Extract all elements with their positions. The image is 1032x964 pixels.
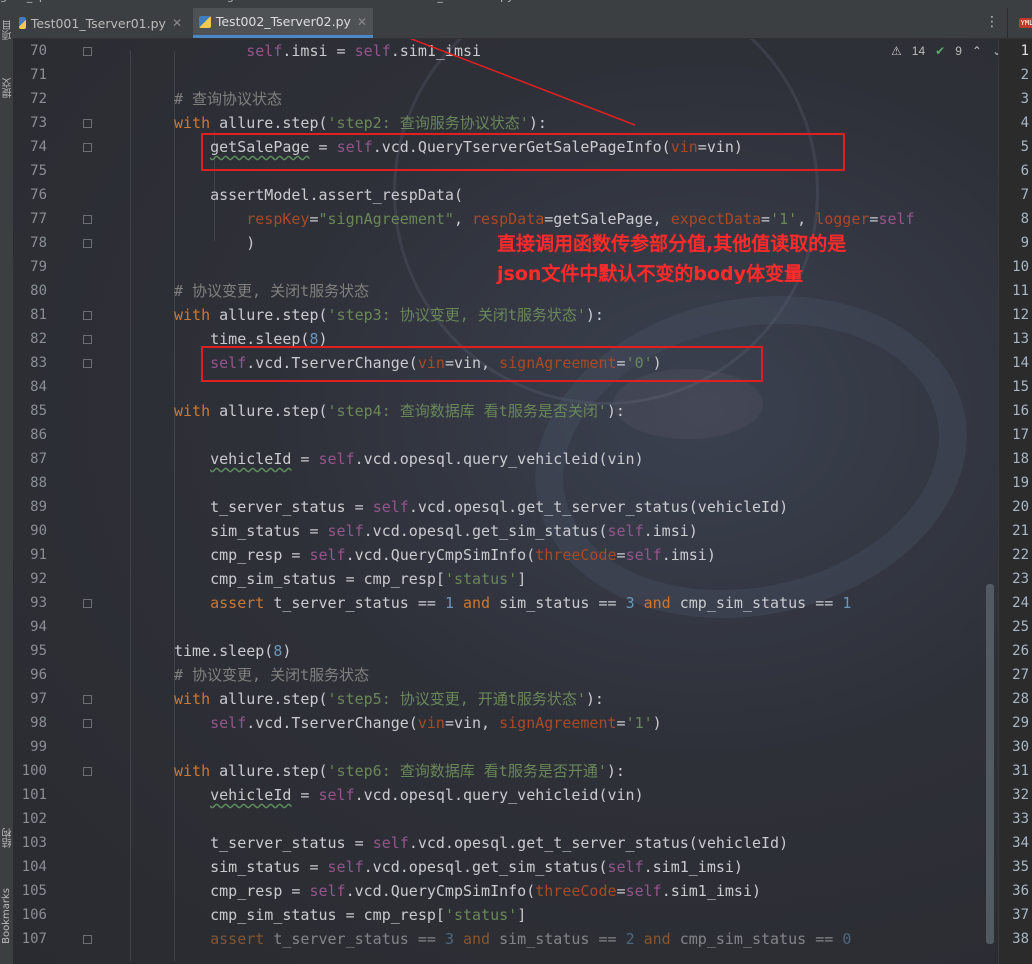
line-number: 36 xyxy=(1012,883,1029,899)
editor-tab-bar: Test001_Tserver01.py ✕ Test002_Tserver02… xyxy=(13,8,1032,39)
line-number: 37 xyxy=(1012,907,1029,923)
line-number: 29 xyxy=(1012,715,1029,731)
line-number: 20 xyxy=(1012,499,1029,515)
annotation-line: json文件中默认不变的body体变量 xyxy=(497,263,804,285)
line-number: 4 xyxy=(1020,115,1029,131)
line-number: 15 xyxy=(1012,379,1029,395)
line-number: 30 xyxy=(1012,739,1029,755)
line-number: 18 xyxy=(1012,451,1029,467)
line-number: 28 xyxy=(1012,691,1029,707)
python-file-icon xyxy=(19,17,26,29)
line-number: 12 xyxy=(1012,307,1029,323)
code-editor[interactable]: 70 71 72 73 74 75 76 77 78 79 80 81 82 83 84 85 86 87 88 89… xyxy=(13,39,998,964)
line-number: 3 xyxy=(1020,91,1029,107)
line-number: 34 xyxy=(1012,835,1029,851)
annotation-text: 直接调用函数传参部分值,其他值读取的是 json文件中默认不变的body体变量 xyxy=(497,229,846,289)
line-number: 31 xyxy=(1012,763,1029,779)
yaml-file-icon: YML xyxy=(1018,18,1032,28)
line-number: 6 xyxy=(1020,163,1029,179)
line-number: 9 xyxy=(1020,235,1029,251)
close-icon[interactable]: ✕ xyxy=(172,16,182,30)
line-number: 24 xyxy=(1012,595,1029,611)
bookmarks-tool-button[interactable]: Bookmarks xyxy=(1,888,12,944)
close-icon[interactable]: ✕ xyxy=(357,15,367,29)
line-number: 21 xyxy=(1012,523,1029,539)
line-number: 1 xyxy=(1020,43,1029,59)
line-number: 26 xyxy=(1012,643,1029,659)
line-number: 8 xyxy=(1020,211,1029,227)
line-number: 23 xyxy=(1012,571,1029,587)
line-number: 2 xyxy=(1020,67,1029,83)
line-number: 5 xyxy=(1020,139,1029,155)
line-number: 14 xyxy=(1012,355,1029,371)
line-number: 16 xyxy=(1012,403,1029,419)
split-editor-pane[interactable]: 1 2 3 4 5 6 7 8 9 10 11 12 13 14 15 16 17 18 19 20 21 22 23 24 2… xyxy=(998,39,1032,964)
tab-test002[interactable]: Test002_Tserver02.py ✕ xyxy=(193,8,373,38)
line-number: 27 xyxy=(1012,667,1029,683)
annotation-line: 直接调用函数传参部分值,其他值读取的是 xyxy=(497,233,847,255)
line-number: 13 xyxy=(1012,331,1029,347)
line-number: 35 xyxy=(1012,859,1029,875)
line-number: 19 xyxy=(1012,475,1029,491)
python-file-icon xyxy=(199,15,211,28)
vertical-scrollbar[interactable] xyxy=(986,584,994,944)
more-options-icon[interactable]: ⋮ xyxy=(985,14,999,30)
line-number: 17 xyxy=(1012,427,1029,443)
annotation-arrow xyxy=(409,39,636,126)
line-number: 22 xyxy=(1012,547,1029,563)
tab-label: Test001_Tserver01.py xyxy=(30,15,166,31)
line-number: 38 xyxy=(1012,931,1029,947)
breadcrumb: gwm_apitestCasesVehicleCentersgscenarioC… xyxy=(0,0,1032,8)
tab-test001[interactable]: Test001_Tserver01.py ✕ xyxy=(13,8,188,38)
tab-yaml-file[interactable]: YML xyxy=(1007,8,1032,38)
line-number: 10 xyxy=(1012,259,1029,275)
line-number: 11 xyxy=(1012,283,1029,299)
tab-label: Test002_Tserver02.py xyxy=(215,14,351,29)
left-tool-stripe: 项目 提交 结构 Bookmarks xyxy=(0,8,14,964)
line-number: 25 xyxy=(1012,619,1029,635)
line-number: 7 xyxy=(1020,187,1029,203)
line-number: 33 xyxy=(1012,811,1029,827)
line-number: 32 xyxy=(1012,787,1029,803)
